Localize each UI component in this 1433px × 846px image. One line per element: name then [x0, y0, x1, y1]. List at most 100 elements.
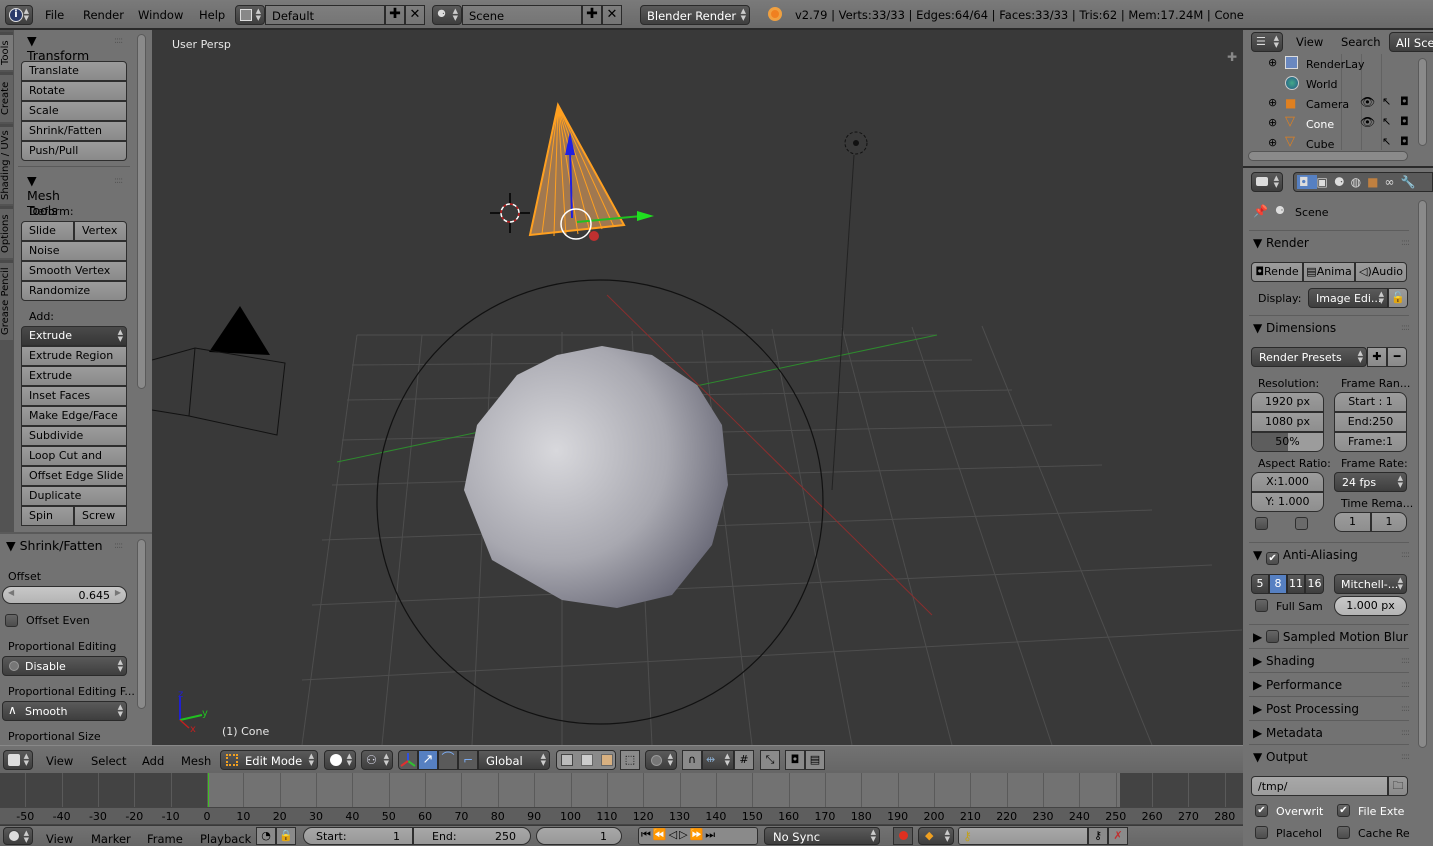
end-frame-field[interactable]: End: 250	[413, 827, 531, 845]
snap-element-select[interactable]: ⇹ ▲ ▼	[702, 750, 734, 770]
drag-handle-icon[interactable]: ::::	[1401, 316, 1410, 340]
auto-keying-toggle[interactable]	[893, 827, 913, 845]
scene-tab-icon[interactable]: ⚈	[1334, 175, 1351, 189]
proportional-falloff-select[interactable]: ∧ Smooth ▲ ▼	[2, 701, 127, 721]
expand-icon[interactable]: ⊕	[1268, 56, 1277, 69]
current-frame-field[interactable]: 1	[536, 827, 622, 845]
output-path-field[interactable]: /tmp/	[1251, 776, 1388, 796]
editor-type-outliner-button[interactable]: ☰ ▲ ▼	[1251, 32, 1283, 52]
resolution-percentage-slider[interactable]: 50%	[1251, 432, 1324, 452]
visibility-eye-icon[interactable]: 👁	[1360, 115, 1375, 129]
jump-start-icon[interactable]: ⏮	[641, 828, 653, 841]
tab-shading-uvs[interactable]: Shading / UVs	[0, 124, 13, 204]
anti-aliasing-checkbox[interactable]: ✔	[1266, 552, 1280, 565]
aa-samples-16[interactable]: 16	[1305, 574, 1324, 594]
delete-keyframe-button[interactable]: ✗	[1108, 827, 1128, 845]
translate-button[interactable]: Translate	[21, 61, 127, 81]
inset-faces-button[interactable]: Inset Faces	[21, 386, 127, 406]
menu-mesh[interactable]: Mesh	[181, 754, 211, 768]
loop-cut-slide-button[interactable]: Loop Cut and Slide	[21, 446, 127, 480]
selectable-cursor-icon[interactable]: ↖	[1382, 135, 1391, 148]
cone-object[interactable]	[528, 102, 626, 237]
world-tab-icon[interactable]: ◍	[1351, 175, 1367, 189]
add-scene-button[interactable]: ✚	[582, 5, 602, 25]
menu-playback[interactable]: Playback	[200, 832, 251, 846]
screw-button[interactable]: Screw	[74, 506, 127, 526]
panel-header-performance[interactable]: ▶ Performance::::	[1249, 672, 1410, 697]
spin-button[interactable]: Spin	[21, 506, 74, 526]
randomize-button[interactable]: Randomize	[21, 281, 127, 301]
remove-scene-button[interactable]: ✕	[602, 5, 622, 25]
frame-ruler[interactable]: -50 -40 -30 -20 -10 0 10 20 30 40 50 60 70 80 90 100 110…	[0, 807, 1243, 825]
display-mode-select[interactable]: All Sce	[1389, 32, 1433, 52]
menu-select[interactable]: Select	[91, 754, 126, 768]
motion-blur-checkbox[interactable]	[1266, 630, 1280, 643]
border-checkbox[interactable]	[1255, 517, 1268, 530]
slide-edge-button[interactable]: Slide Ed	[21, 221, 74, 255]
timeline-area[interactable]	[0, 773, 1243, 808]
toolshelf-scrollbar[interactable]	[137, 34, 146, 389]
drag-handle-icon[interactable]: ::::	[1401, 231, 1410, 255]
tab-create[interactable]: Create	[0, 72, 13, 122]
start-frame-field[interactable]: Start: 1	[303, 827, 413, 845]
panel-header-anti-aliasing[interactable]: ▼ ✔ Anti-Aliasing::::	[1249, 542, 1410, 566]
rotate-button[interactable]: Rotate	[21, 81, 127, 101]
drag-handle-icon[interactable]: ::::	[114, 176, 123, 186]
full-sample-checkbox[interactable]	[1255, 599, 1268, 612]
properties-scrollbar[interactable]	[1418, 200, 1427, 748]
jump-end-icon[interactable]: ⏭	[705, 828, 717, 841]
frame-end-field[interactable]: End:250	[1334, 412, 1407, 432]
screen-layout-browse[interactable]: ▲ ▼	[235, 5, 265, 25]
drag-handle-icon[interactable]: ::::	[1401, 721, 1410, 745]
prev-keyframe-icon[interactable]: ⏪	[653, 828, 669, 841]
render-animation-button[interactable]: ▤Anima	[1303, 262, 1355, 282]
overwrite-checkbox[interactable]: ✔	[1255, 804, 1268, 817]
scene-browse[interactable]: ⚈ ▲ ▼	[432, 5, 462, 25]
subdivide-button[interactable]: Subdivide	[21, 426, 127, 446]
outliner-item-cone[interactable]: ⊕ ▽ Cone 👁 ↖ ◘	[1243, 114, 1413, 134]
panel-header-metadata[interactable]: ▶ Metadata::::	[1249, 720, 1410, 745]
insert-keyframe-button[interactable]: ⚷	[1088, 827, 1108, 845]
drag-handle-icon[interactable]: ::::	[1401, 697, 1410, 721]
menu-view[interactable]: View	[1296, 35, 1323, 49]
menu-help[interactable]: Help	[199, 8, 225, 22]
next-keyframe-icon[interactable]: ⏩	[690, 828, 706, 841]
screen-layout-name[interactable]: Default	[265, 5, 385, 25]
shrink-fatten-button[interactable]: Shrink/Fatten	[21, 121, 127, 141]
expand-icon[interactable]: ⊕	[1268, 96, 1277, 109]
transform-orientation-select[interactable]: Global ▲ ▼	[478, 750, 550, 770]
translate-manipulator-toggle[interactable]: ↗	[418, 750, 438, 770]
sphere-object[interactable]	[464, 346, 728, 608]
push-pull-button[interactable]: Push/Pull	[21, 141, 127, 161]
aa-samples-8[interactable]: 8	[1269, 574, 1287, 594]
mode-select[interactable]: Edit Mode ▲ ▼	[220, 750, 318, 770]
selectable-cursor-icon[interactable]: ↖	[1382, 95, 1391, 108]
filter-size-field[interactable]: 1.000 px	[1334, 596, 1407, 616]
tab-grease-pencil[interactable]: Grease Pencil	[0, 260, 13, 340]
menu-window[interactable]: Window	[138, 8, 183, 22]
aspect-x-field[interactable]: X:1.000	[1251, 472, 1324, 492]
scale-manipulator-toggle[interactable]: ⌐	[458, 750, 478, 770]
panel-header-dimensions[interactable]: ▼ Dimensions::::	[1249, 315, 1410, 340]
face-select-icon[interactable]	[601, 754, 613, 766]
panel-header-transform[interactable]: ▼ Transform	[27, 33, 89, 63]
tab-tools[interactable]: Tools	[0, 32, 13, 70]
drag-handle-icon[interactable]: ::::	[114, 541, 123, 551]
offset-even-checkbox[interactable]	[5, 614, 18, 627]
frame-start-field[interactable]: Start : 1	[1334, 392, 1407, 412]
panel-header-post-processing[interactable]: ▶ Post Processing::::	[1249, 696, 1410, 721]
outliner-item-renderlayers[interactable]: ⊕ RenderLay	[1243, 54, 1413, 74]
keying-mode-select[interactable]: ◆ ▲ ▼	[918, 827, 954, 845]
drag-handle-icon[interactable]: ::::	[1401, 673, 1410, 697]
aa-samples-11[interactable]: 11	[1287, 574, 1305, 594]
use-preview-range-toggle[interactable]: ◔	[256, 827, 276, 845]
edge-select-icon[interactable]	[581, 754, 593, 766]
placeholders-checkbox[interactable]	[1255, 826, 1268, 839]
offset-edge-slide-button[interactable]: Offset Edge Slide	[21, 466, 127, 486]
smooth-vertex-button[interactable]: Smooth Vertex	[21, 261, 127, 281]
renderable-camera-icon[interactable]: ◘	[1400, 95, 1409, 108]
file-extensions-checkbox[interactable]: ✔	[1337, 804, 1350, 817]
rotate-manipulator-toggle[interactable]: ⌒	[438, 750, 458, 770]
lock-interface-toggle[interactable]: 🔓	[1388, 288, 1408, 308]
display-mode-select[interactable]: Image Edi... ▲ ▼	[1308, 288, 1388, 308]
